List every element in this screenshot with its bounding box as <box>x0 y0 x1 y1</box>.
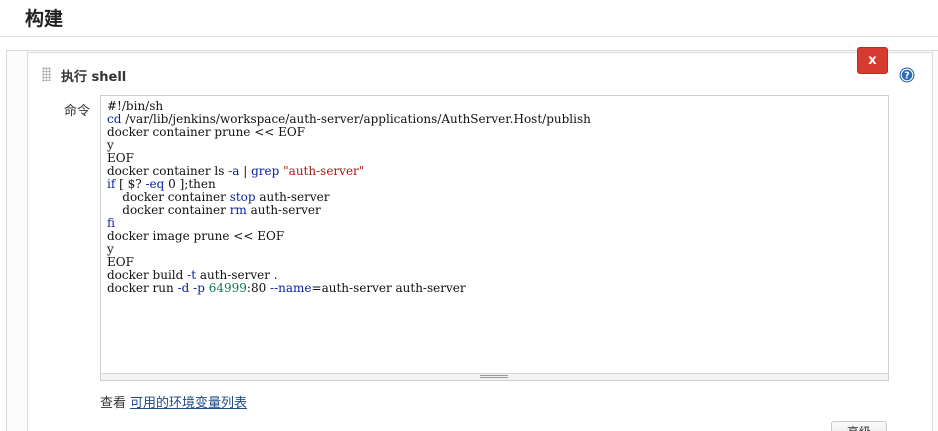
code-line: cd /var/lib/jenkins/workspace/auth-serve… <box>107 112 591 126</box>
code-line: y <box>107 138 114 152</box>
help-icon[interactable]: ? <box>899 67 915 83</box>
step-title: 执行 shell <box>61 70 127 85</box>
code-line: EOF <box>107 255 134 269</box>
advanced-button[interactable]: 高级 <box>831 421 887 431</box>
command-textarea[interactable]: #!/bin/sh cd /var/lib/jenkins/workspace/… <box>100 95 889 381</box>
code-line: y <box>107 242 114 256</box>
code-line: if [ $? -eq 0 ];then <box>107 177 216 191</box>
code-line: EOF <box>107 151 134 165</box>
svg-text:?: ? <box>904 71 910 82</box>
code-line: docker image prune << EOF <box>107 229 285 243</box>
code-line: fi <box>107 216 116 230</box>
env-vars-hint: 查看 可用的环境变量列表 <box>100 392 247 411</box>
env-vars-link[interactable]: 可用的环境变量列表 <box>130 396 247 411</box>
code-line: docker container ls -a | grep "auth-serv… <box>107 164 365 178</box>
command-code[interactable]: #!/bin/sh cd /var/lib/jenkins/workspace/… <box>107 100 884 370</box>
delete-step-button[interactable]: x <box>857 47 888 74</box>
build-section: 构建 执行 shell x ? 命令 #!/bin/sh cd /var/lib… <box>0 0 938 431</box>
code-line: docker build -t auth-server . <box>107 268 278 282</box>
resize-grip-icon <box>480 375 508 378</box>
textarea-resize-handle[interactable] <box>101 373 888 380</box>
section-divider <box>0 36 938 37</box>
code-line: docker run -d -p 64999:80 --name=auth-se… <box>107 281 466 295</box>
section-title: 构建 <box>25 8 64 30</box>
code-line: docker container stop auth-server <box>107 190 330 204</box>
drag-handle-icon[interactable] <box>42 67 51 81</box>
code-line: docker container prune << EOF <box>107 125 306 139</box>
env-hint-prefix: 查看 <box>100 396 127 411</box>
command-label: 命令 <box>64 104 91 119</box>
code-line: docker container rm auth-server <box>107 203 321 217</box>
